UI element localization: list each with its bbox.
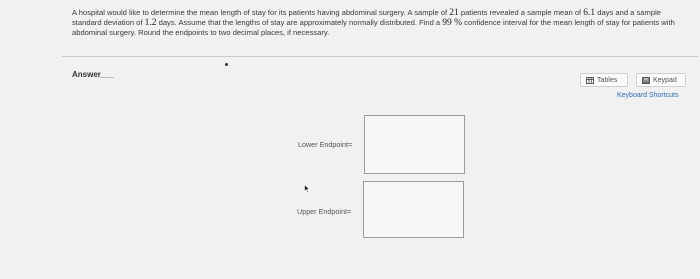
answer-underline xyxy=(100,77,114,78)
lower-endpoint-input[interactable] xyxy=(364,115,465,174)
table-icon xyxy=(586,76,594,84)
upper-endpoint-input[interactable] xyxy=(363,181,464,238)
section-divider xyxy=(62,56,698,57)
sample-standard-deviation: 1.2 xyxy=(144,18,157,29)
question-part-4: days. Assume that the lengths of stay ar… xyxy=(156,18,443,28)
tables-button[interactable]: Tables xyxy=(580,73,628,87)
sample-size: 21 xyxy=(449,8,459,18)
dot-marker xyxy=(225,63,228,66)
keypad-button[interactable]: Keypad xyxy=(636,73,686,87)
lower-endpoint-label: Lower Endpoint= xyxy=(298,140,353,149)
answer-label: Answer xyxy=(72,70,101,79)
tables-label: Tables xyxy=(597,76,618,84)
question-text: A hospital would like to determine the m… xyxy=(72,8,692,39)
keypad-label: Keypad xyxy=(653,76,677,84)
keypad-icon xyxy=(642,76,650,84)
question-part-2: patients revealed a sample mean of xyxy=(458,8,584,17)
question-part-1: A hospital would like to determine the m… xyxy=(72,8,450,17)
keyboard-shortcuts-link[interactable]: Keyboard Shortcuts xyxy=(617,92,678,99)
upper-endpoint-label: Upper Endpoint= xyxy=(297,207,352,216)
confidence-level: 99 % xyxy=(442,18,463,29)
sample-mean: 6.1 xyxy=(583,8,596,18)
mouse-cursor-icon xyxy=(304,180,311,198)
